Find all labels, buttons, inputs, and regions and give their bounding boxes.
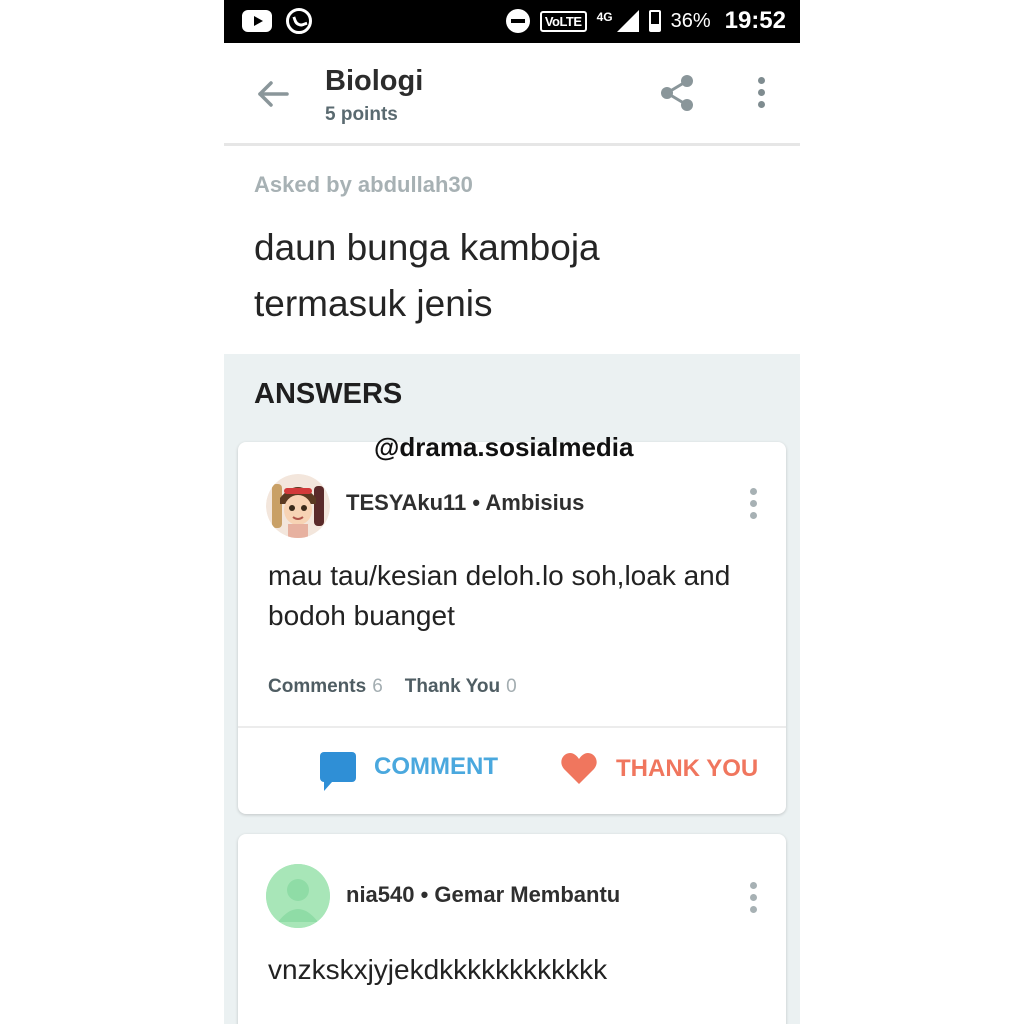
comment-bubble-icon xyxy=(320,752,356,791)
back-arrow-icon[interactable] xyxy=(256,77,290,111)
app-header: Biologi 5 points xyxy=(224,43,800,146)
clock: 19:52 xyxy=(724,7,786,34)
answer-stats: Comments 6 Thank You 0 xyxy=(268,676,517,698)
answer-more-icon[interactable] xyxy=(748,882,758,916)
thank-you-button-label: THANK YOU xyxy=(616,755,759,782)
whatsapp-icon xyxy=(286,8,312,34)
answer-author[interactable]: nia540 • Gemar Membantu xyxy=(346,882,620,908)
signal-icon: 4G xyxy=(597,10,639,32)
thanks-count: 0 xyxy=(506,676,517,697)
thank-you-button[interactable]: THANK YOU xyxy=(560,752,758,786)
phone-screen: VoLTE 4G 36% 19:52 Biologi 5 points Aske… xyxy=(224,0,800,1024)
page-title: Biologi xyxy=(325,65,424,97)
watermark-text: @drama.sosialmedia xyxy=(374,432,634,462)
question-text: daun bunga kamboja termasuk jenis xyxy=(254,227,600,324)
avatar[interactable] xyxy=(266,474,330,538)
share-icon[interactable] xyxy=(658,73,696,113)
network-type-label: 4G xyxy=(596,10,613,24)
answer-card: TESYAku11 • Ambisius mau tau/kesian delo… xyxy=(238,442,786,814)
answer-text: mau tau/kesian deloh.lo soh,loak and bod… xyxy=(268,560,731,631)
heart-icon xyxy=(561,753,597,784)
thanks-stat[interactable]: Thank You 0 xyxy=(405,676,517,698)
answer-actions: COMMENT THANK YOU xyxy=(238,728,786,814)
answers-section: ANSWERS @drama.sosialmedia TESYAku11 • A… xyxy=(224,354,800,1024)
do-not-disturb-icon xyxy=(505,9,530,33)
answer-text: vnzkskxjyjekdkkkkkkkkkkkk xyxy=(268,954,608,985)
status-bar: VoLTE 4G 36% 19:52 xyxy=(224,0,800,43)
answer-more-icon[interactable] xyxy=(748,488,758,522)
avatar[interactable] xyxy=(266,864,330,928)
thanks-label: Thank You xyxy=(404,676,501,697)
comments-count: 6 xyxy=(372,676,383,697)
comment-button[interactable]: COMMENT xyxy=(320,752,498,791)
youtube-icon xyxy=(242,10,272,32)
answer-author[interactable]: TESYAku11 • Ambisius xyxy=(346,490,584,516)
comments-stat[interactable]: Comments 6 xyxy=(268,676,383,698)
question-section: Asked by abdullah30 daun bunga kamboja t… xyxy=(224,146,800,354)
battery-percent: 36% xyxy=(670,9,711,32)
asked-by-label[interactable]: Asked by abdullah30 xyxy=(254,172,473,198)
more-options-icon[interactable] xyxy=(756,77,766,111)
battery-icon xyxy=(648,10,661,32)
points-label: 5 points xyxy=(325,104,398,125)
answers-heading: ANSWERS xyxy=(254,378,403,410)
answer-card: nia540 • Gemar Membantu vnzkskxjyjekdkkk… xyxy=(238,834,786,1024)
comments-label: Comments xyxy=(268,676,367,697)
comment-button-label: COMMENT xyxy=(374,753,498,780)
volte-badge: VoLTE xyxy=(539,10,587,32)
